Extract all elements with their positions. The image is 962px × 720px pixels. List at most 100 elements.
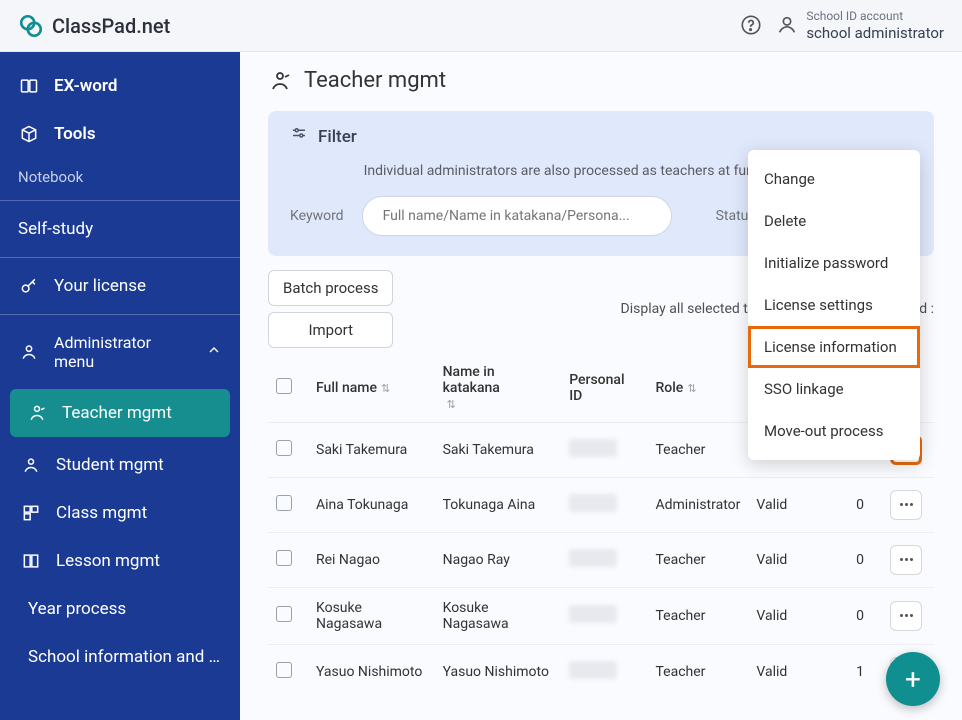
app-logo[interactable]: ClassPad.net <box>18 13 170 39</box>
main-content: Teacher mgmt Filter Individual administr… <box>240 52 962 720</box>
menu-license-settings[interactable]: License settings <box>748 284 920 326</box>
cell-count: 1 <box>818 644 878 699</box>
search-input[interactable] <box>362 196 672 236</box>
row-checkbox[interactable] <box>276 606 292 622</box>
sidebar: EX-word Tools Notebook Self-study Your l… <box>0 52 240 720</box>
sidebar-item-label: Lesson mgmt <box>56 551 160 571</box>
table-row: Yasuo NishimotoYasuo NishimotoTeacherVal… <box>268 644 934 699</box>
menu-license-information[interactable]: License information <box>748 326 920 368</box>
table-row: Aina TokunagaTokunaga AinaAdministratorV… <box>268 477 934 532</box>
cell-personal-id <box>561 477 647 532</box>
row-actions-menu: Change Delete Initialize password Licens… <box>748 150 920 460</box>
book-icon <box>20 551 42 571</box>
sidebar-item-lesson-mgmt[interactable]: Lesson mgmt <box>0 537 240 585</box>
filter-header[interactable]: Filter <box>290 125 912 148</box>
sidebar-item-teacher-mgmt[interactable]: Teacher mgmt <box>10 389 230 437</box>
menu-initialize-password[interactable]: Initialize password <box>748 242 920 284</box>
plus-icon: + <box>905 663 921 696</box>
sidebar-item-tools[interactable]: Tools <box>0 110 240 158</box>
table-row: Rei NagaoNagao RayTeacherValid0 <box>268 532 934 587</box>
cell-full-name: Kosuke Nagasawa <box>308 587 435 644</box>
sidebar-item-label: EX-word <box>54 76 117 96</box>
cell-personal-id <box>561 422 647 477</box>
menu-delete[interactable]: Delete <box>748 200 920 242</box>
row-checkbox[interactable] <box>276 440 292 456</box>
cell-role: Teacher <box>647 644 748 699</box>
sidebar-divider <box>0 200 240 201</box>
row-checkbox[interactable] <box>276 495 292 511</box>
account-texts: School ID account school administrator <box>806 9 944 41</box>
row-checkbox[interactable] <box>276 662 292 678</box>
cell-status: Valid <box>748 644 818 699</box>
sidebar-item-label: Self-study <box>18 219 93 239</box>
page-title: Teacher mgmt <box>268 68 934 93</box>
sort-icon: ⇅ <box>447 398 456 411</box>
sidebar-item-label: Your license <box>54 276 146 296</box>
cell-status: Valid <box>748 532 818 587</box>
menu-moveout-process[interactable]: Move-out process <box>748 410 920 452</box>
table-row: Kosuke NagasawaKosuke Nagasawa TeacherVal… <box>268 587 934 644</box>
page-title-text: Teacher mgmt <box>304 68 446 93</box>
cell-role: Teacher <box>647 587 748 644</box>
keyword-label: Keyword <box>290 208 344 224</box>
sidebar-item-exword[interactable]: EX-word <box>0 62 240 110</box>
menu-sso-linkage[interactable]: SSO linkage <box>748 368 920 410</box>
sidebar-item-notebook[interactable]: Notebook <box>0 158 240 196</box>
app-name: ClassPad.net <box>52 14 170 38</box>
student-icon <box>20 455 42 475</box>
row-more-button[interactable] <box>890 601 922 631</box>
classpad-logo-icon <box>18 13 44 39</box>
sidebar-item-selfstudy[interactable]: Self-study <box>0 205 240 253</box>
sidebar-item-school-info[interactable]: School information and a... <box>0 633 240 681</box>
sidebar-item-admin-menu[interactable]: Administrator menu <box>0 319 240 385</box>
class-icon <box>20 503 42 523</box>
key-icon <box>18 276 40 296</box>
col-personal-id[interactable]: Personal ID <box>561 354 647 423</box>
cell-katakana: Nagao Ray <box>435 532 562 587</box>
sidebar-item-student-mgmt[interactable]: Student mgmt <box>0 441 240 489</box>
teacher-icon <box>268 69 292 93</box>
menu-change[interactable]: Change <box>748 158 920 200</box>
cell-role: Teacher <box>647 422 748 477</box>
sidebar-item-label: Administrator menu <box>54 333 192 371</box>
chevron-up-icon <box>206 342 222 362</box>
row-checkbox[interactable] <box>276 550 292 566</box>
cell-status: Valid <box>748 587 818 644</box>
box-icon <box>18 124 40 144</box>
sidebar-divider <box>0 314 240 315</box>
sidebar-item-license[interactable]: Your license <box>0 262 240 310</box>
cell-role: Administrator <box>647 477 748 532</box>
dictionary-icon <box>18 76 40 96</box>
teacher-icon <box>26 403 48 423</box>
batch-process-button[interactable]: Batch process <box>268 270 393 306</box>
sidebar-item-label: Teacher mgmt <box>62 403 172 423</box>
cell-katakana: Saki Takemura <box>435 422 562 477</box>
help-icon[interactable] <box>740 14 762 36</box>
cell-status: Valid <box>748 477 818 532</box>
cell-role: Teacher <box>647 532 748 587</box>
sidebar-item-label: Student mgmt <box>56 455 164 475</box>
cell-count: 0 <box>818 477 878 532</box>
user-group-icon <box>18 342 40 362</box>
sidebar-item-year-process[interactable]: Year process <box>0 585 240 633</box>
import-button[interactable]: Import <box>268 312 393 348</box>
sidebar-item-class-mgmt[interactable]: Class mgmt <box>0 489 240 537</box>
cell-personal-id <box>561 644 647 699</box>
row-more-button[interactable] <box>890 490 922 520</box>
cell-full-name: Saki Takemura <box>308 422 435 477</box>
sort-icon: ⇅ <box>687 382 696 395</box>
add-teacher-fab[interactable]: + <box>886 652 940 706</box>
row-more-button[interactable] <box>890 545 922 575</box>
col-full-name[interactable]: Full name⇅ <box>308 354 435 423</box>
account-type-label: School ID account <box>806 9 944 23</box>
cell-personal-id <box>561 587 647 644</box>
cell-katakana: Kosuke Nagasawa <box>435 587 562 644</box>
filter-icon <box>290 125 308 148</box>
cell-full-name: Rei Nagao <box>308 532 435 587</box>
col-role[interactable]: Role⇅ <box>647 354 748 423</box>
sidebar-item-label: Notebook <box>18 168 83 186</box>
col-katakana[interactable]: Name in katakana⇅ <box>435 354 562 423</box>
account-area[interactable]: School ID account school administrator <box>776 9 944 41</box>
cell-full-name: Aina Tokunaga <box>308 477 435 532</box>
select-all-checkbox[interactable] <box>276 378 292 394</box>
